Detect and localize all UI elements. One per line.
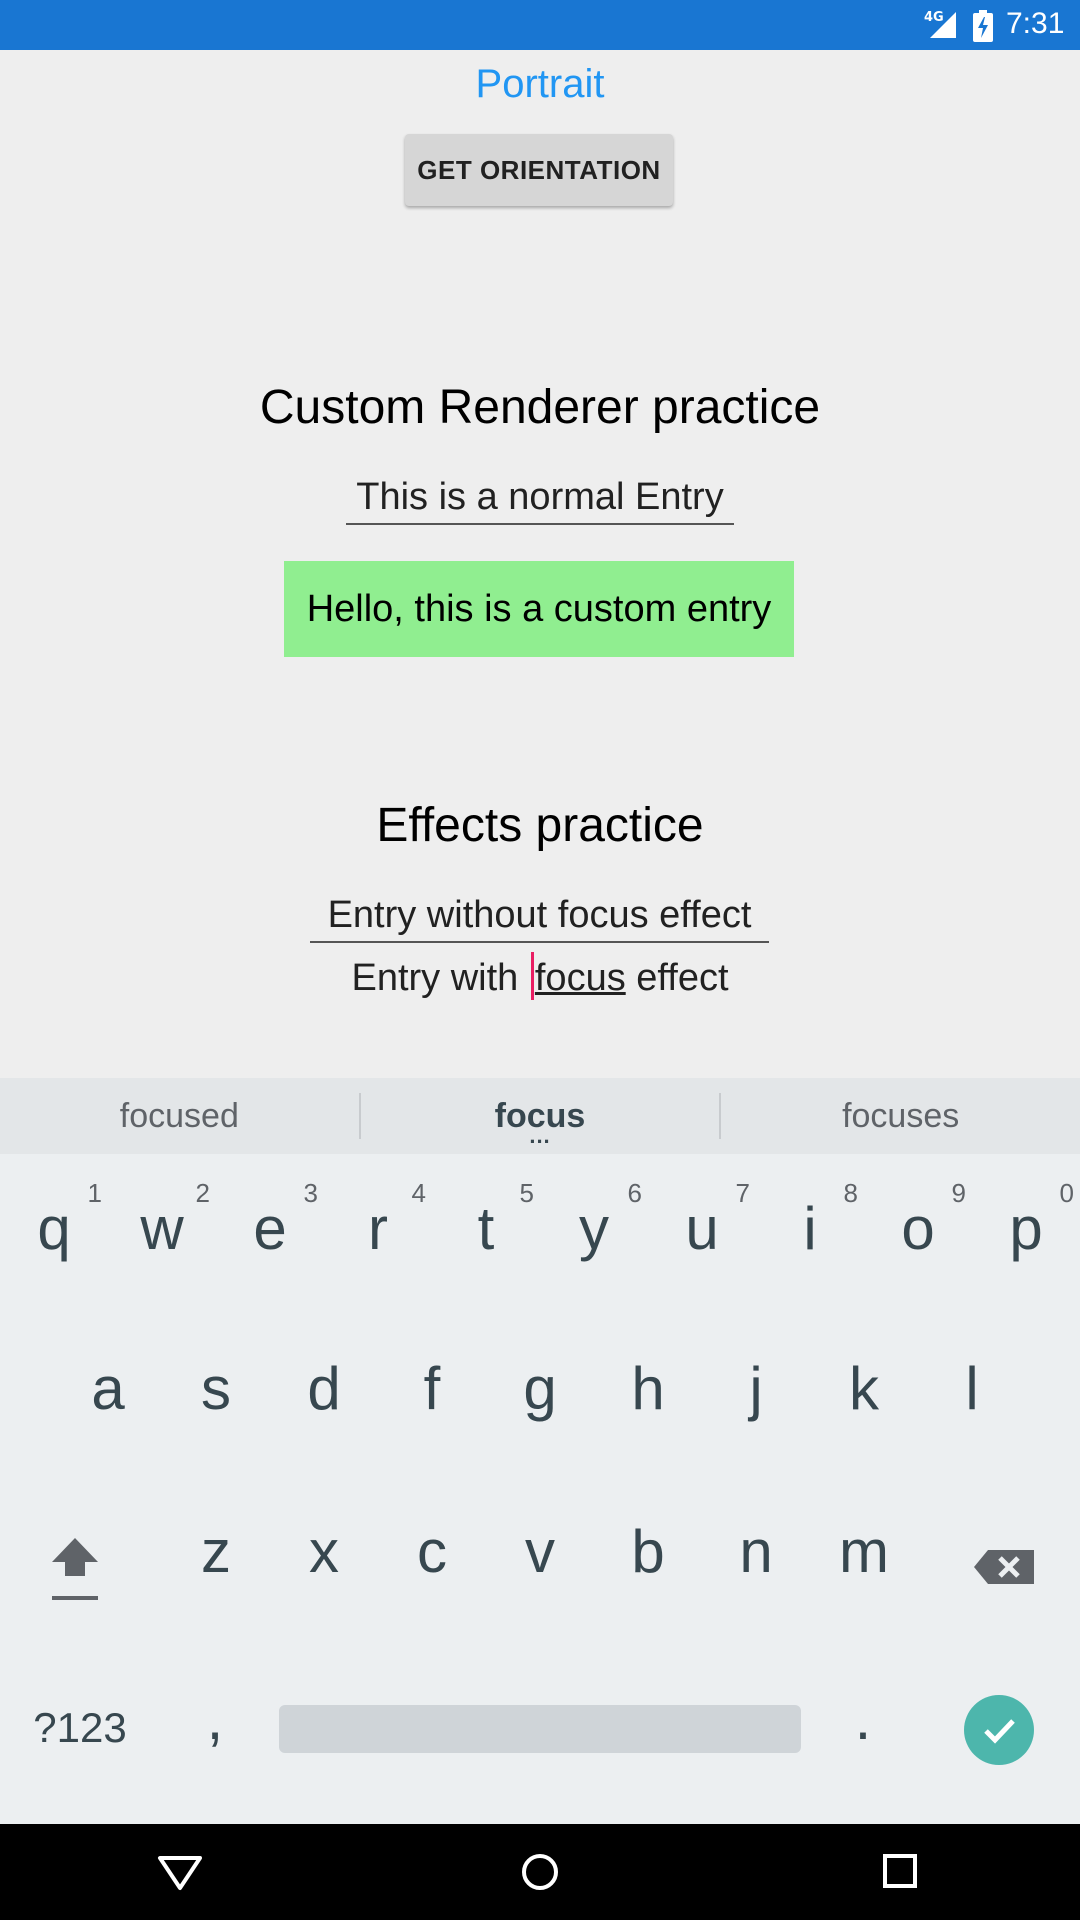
custom-entry[interactable]: Hello, this is a custom entry [284,561,794,657]
key-h[interactable]: h [594,1354,702,1434]
effects-title: Effects practice [376,799,704,852]
period-key[interactable]: . [838,1684,888,1764]
comma-key[interactable]: , [190,1684,240,1764]
text-caret [530,952,534,1000]
shift-icon [52,1538,98,1576]
enter-key[interactable] [964,1695,1034,1765]
orientation-label: Portrait [475,62,605,106]
key-t[interactable]: 5t [432,1178,540,1274]
shift-indicator-line [52,1596,98,1600]
key-o[interactable]: 9o [864,1178,972,1274]
suggestion-center[interactable]: focus [361,1097,720,1136]
checkmark-icon [984,1719,1015,1744]
soft-keyboard: 1q 2w 3e 4r 5t 6y 7u 8i 9o 0p a s d f g … [0,1154,1080,1824]
key-u[interactable]: 7u [648,1178,756,1274]
focus-entry-prefix: Entry with [351,957,529,999]
backspace-icon [974,1550,1034,1584]
key-l[interactable]: l [918,1354,1026,1434]
key-r[interactable]: 4r [324,1178,432,1274]
recents-icon[interactable] [880,1852,920,1892]
entry-without-focus[interactable]: Entry without focus effect [310,894,769,943]
custom-renderer-title: Custom Renderer practice [259,381,821,434]
key-y[interactable]: 6y [540,1178,648,1274]
key-n[interactable]: n [702,1517,810,1597]
key-z[interactable]: z [162,1517,270,1597]
normal-entry[interactable]: This is a normal Entry [346,476,734,525]
clock: 7:31 [1006,7,1065,40]
back-icon[interactable] [156,1852,204,1892]
key-m[interactable]: m [810,1517,918,1597]
key-b[interactable]: b [594,1517,702,1597]
symbols-key[interactable]: ?123 [20,1704,140,1764]
key-q[interactable]: 1q [0,1178,108,1274]
status-bar: 4G 7:31 [0,0,1080,50]
key-s[interactable]: s [162,1354,270,1434]
key-v[interactable]: v [486,1517,594,1597]
key-w[interactable]: 2w [108,1178,216,1274]
suggestion-right[interactable]: focuses [721,1097,1080,1136]
key-a[interactable]: a [54,1354,162,1434]
home-icon[interactable] [518,1852,562,1896]
focus-entry-suffix: effect [625,957,729,999]
key-c[interactable]: c [378,1517,486,1597]
key-x[interactable]: x [270,1517,378,1597]
get-orientation-button[interactable]: GET ORIENTATION [405,134,673,206]
key-i[interactable]: 8i [756,1178,864,1274]
key-e[interactable]: 3e [216,1178,324,1274]
space-key[interactable] [279,1705,801,1753]
battery-charging-icon [973,10,993,42]
key-k[interactable]: k [810,1354,918,1434]
network-type: 4G [924,10,944,25]
shift-key[interactable] [40,1532,110,1612]
entry-with-focus[interactable]: Entry with focus effect [0,952,1080,1000]
backspace-key[interactable] [970,1542,1040,1592]
suggestion-left[interactable]: focused [0,1097,359,1136]
focus-entry-composing-word: focus [534,957,626,999]
key-p[interactable]: 0p [972,1178,1080,1274]
key-g[interactable]: g [486,1354,594,1434]
key-d[interactable]: d [270,1354,378,1434]
navigation-bar [0,1824,1080,1920]
suggestion-strip: focused focus focuses [0,1078,1080,1154]
app-content: Portrait GET ORIENTATION Custom Renderer… [0,50,1080,1078]
key-j[interactable]: j [702,1354,810,1434]
key-f[interactable]: f [378,1354,486,1434]
